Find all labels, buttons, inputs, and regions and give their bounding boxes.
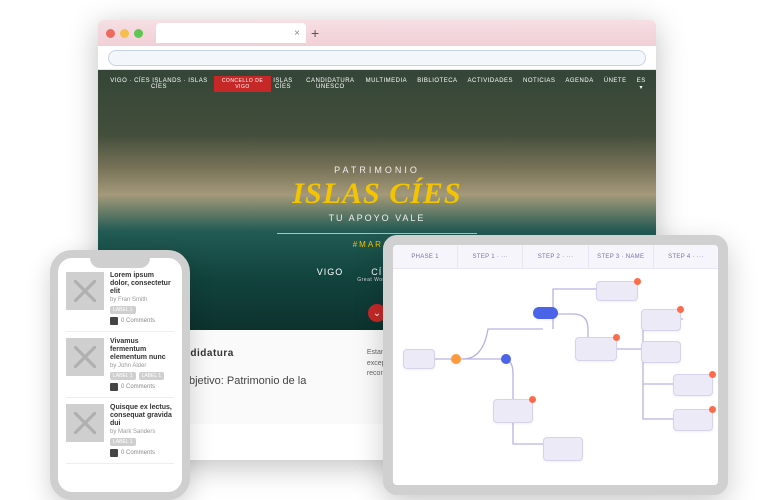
nav-links: ISLAS CÍES CANDIDATURA UNESCO MULTIMEDIA…	[271, 78, 646, 91]
list-item[interactable]: Lorem ipsum dolor, consectetur elit by F…	[66, 272, 174, 332]
item-meta: 0 Comments	[110, 383, 174, 391]
nav-item[interactable]: ISLAS CÍES	[271, 78, 295, 91]
image-placeholder-icon	[66, 404, 104, 442]
site-nav: VIGO · CÍES ISLANDS · ISLAS CÍES CONCELL…	[98, 70, 656, 98]
flow-node[interactable]	[596, 281, 638, 301]
flow-canvas[interactable]	[393, 269, 718, 485]
flow-node[interactable]	[673, 409, 713, 431]
browser-tabbar: × +	[98, 20, 656, 46]
nav-item-lang[interactable]: ES ▾	[637, 78, 646, 91]
flow-node-active[interactable]	[533, 307, 558, 319]
tag[interactable]: LABEL 1	[139, 372, 165, 380]
comment-icon	[110, 383, 118, 391]
comment-count: 0 Comments	[121, 384, 155, 390]
item-author: by Mark Sanders	[110, 429, 174, 435]
list-item[interactable]: Quisque ex lectus, consequat gravida dui…	[66, 404, 174, 464]
url-input[interactable]	[108, 50, 646, 66]
item-author: by John Alder	[110, 363, 174, 369]
alert-dot-icon	[709, 406, 716, 413]
tag[interactable]: LABEL 1	[110, 438, 136, 446]
logo-text-left: VIGO · CÍES ISLANDS · ISLAS CÍES	[108, 78, 210, 90]
logo-text-right: CONCELLO DE VIGO	[214, 76, 271, 92]
flow-node[interactable]	[403, 349, 435, 369]
flow-node[interactable]	[673, 374, 713, 396]
flow-node[interactable]	[543, 437, 583, 461]
flow-node[interactable]	[493, 399, 533, 423]
flow-step[interactable]: STEP 3 · NAME	[589, 245, 654, 268]
flow-node-connector[interactable]	[501, 354, 511, 364]
item-author: by Fran Smith	[110, 297, 174, 303]
hero-divider	[277, 233, 477, 234]
nav-item[interactable]: ACTIVIDADES	[468, 78, 514, 91]
item-title: Lorem ipsum dolor, consectetur elit	[110, 272, 174, 296]
flow-steps-header: PHASE 1 STEP 1 · ··· STEP 2 · ··· STEP 3…	[393, 245, 718, 269]
item-labels: LABEL 1	[110, 438, 174, 446]
nav-item[interactable]: ÚNETE	[604, 78, 627, 91]
comment-count: 0 Comments	[121, 450, 155, 456]
comment-icon	[110, 317, 118, 325]
item-title: Quisque ex lectus, consequat gravida dui	[110, 404, 174, 428]
phone-feed[interactable]: Lorem ipsum dolor, consectetur elit by F…	[58, 258, 182, 464]
hero-pretitle: PATRIMONIO	[98, 165, 656, 175]
browser-urlbar	[98, 46, 656, 70]
hero-subtitle: TU APOYO VALE	[98, 213, 656, 223]
flow-step[interactable]: PHASE 1	[393, 245, 458, 268]
alert-dot-icon	[709, 371, 716, 378]
site-logo[interactable]: VIGO · CÍES ISLANDS · ISLAS CÍES CONCELL…	[108, 76, 271, 92]
list-item-body: Lorem ipsum dolor, consectetur elit by F…	[110, 272, 174, 325]
list-item-body: Vivamus fermentum elementum nunc by John…	[110, 338, 174, 391]
phone-mockup: Lorem ipsum dolor, consectetur elit by F…	[50, 250, 190, 500]
list-item[interactable]: Vivamus fermentum elementum nunc by John…	[66, 338, 174, 398]
browser-tab[interactable]: ×	[156, 23, 306, 43]
comment-icon	[110, 449, 118, 457]
item-title: Vivamus fermentum elementum nunc	[110, 338, 174, 362]
image-placeholder-icon	[66, 272, 104, 310]
nav-item[interactable]: MULTIMEDIA	[366, 78, 408, 91]
nav-item[interactable]: BIBLIOTECA	[417, 78, 457, 91]
item-meta: 0 Comments	[110, 317, 174, 325]
list-item-body: Quisque ex lectus, consequat gravida dui…	[110, 404, 174, 457]
item-meta: 0 Comments	[110, 449, 174, 457]
partner-logo: VIGO	[317, 267, 344, 283]
alert-dot-icon	[529, 396, 536, 403]
hero-title: ISLAS CÍES	[98, 177, 656, 211]
zoom-icon[interactable]	[134, 29, 143, 38]
alert-dot-icon	[613, 334, 620, 341]
flow-step[interactable]: STEP 1 · ···	[458, 245, 523, 268]
nav-item[interactable]: NOTICIAS	[523, 78, 555, 91]
flow-node-decision[interactable]	[451, 354, 461, 364]
chevron-down-icon: ⌄	[373, 308, 381, 319]
image-placeholder-icon	[66, 338, 104, 376]
flow-step[interactable]: STEP 4 · ···	[654, 245, 718, 268]
flow-node[interactable]	[641, 309, 681, 331]
item-labels: LABEL 1 LABEL 1	[110, 372, 174, 380]
new-tab-button[interactable]: +	[311, 25, 319, 41]
tag[interactable]: LABEL 1	[110, 306, 136, 314]
flow-node[interactable]	[641, 341, 681, 363]
alert-dot-icon	[634, 278, 641, 285]
window-controls	[106, 29, 143, 38]
tag[interactable]: LABEL 1	[110, 372, 136, 380]
close-icon[interactable]	[106, 29, 115, 38]
nav-item[interactable]: AGENDA	[565, 78, 593, 91]
flow-node[interactable]	[575, 337, 617, 361]
comment-count: 0 Comments	[121, 318, 155, 324]
close-tab-icon[interactable]: ×	[294, 28, 300, 39]
alert-dot-icon	[677, 306, 684, 313]
tablet-mockup: PHASE 1 STEP 1 · ··· STEP 2 · ··· STEP 3…	[383, 235, 728, 495]
nav-item[interactable]: CANDIDATURA UNESCO	[305, 78, 356, 91]
minimize-icon[interactable]	[120, 29, 129, 38]
item-labels: LABEL 1	[110, 306, 174, 314]
flow-step[interactable]: STEP 2 · ···	[523, 245, 588, 268]
